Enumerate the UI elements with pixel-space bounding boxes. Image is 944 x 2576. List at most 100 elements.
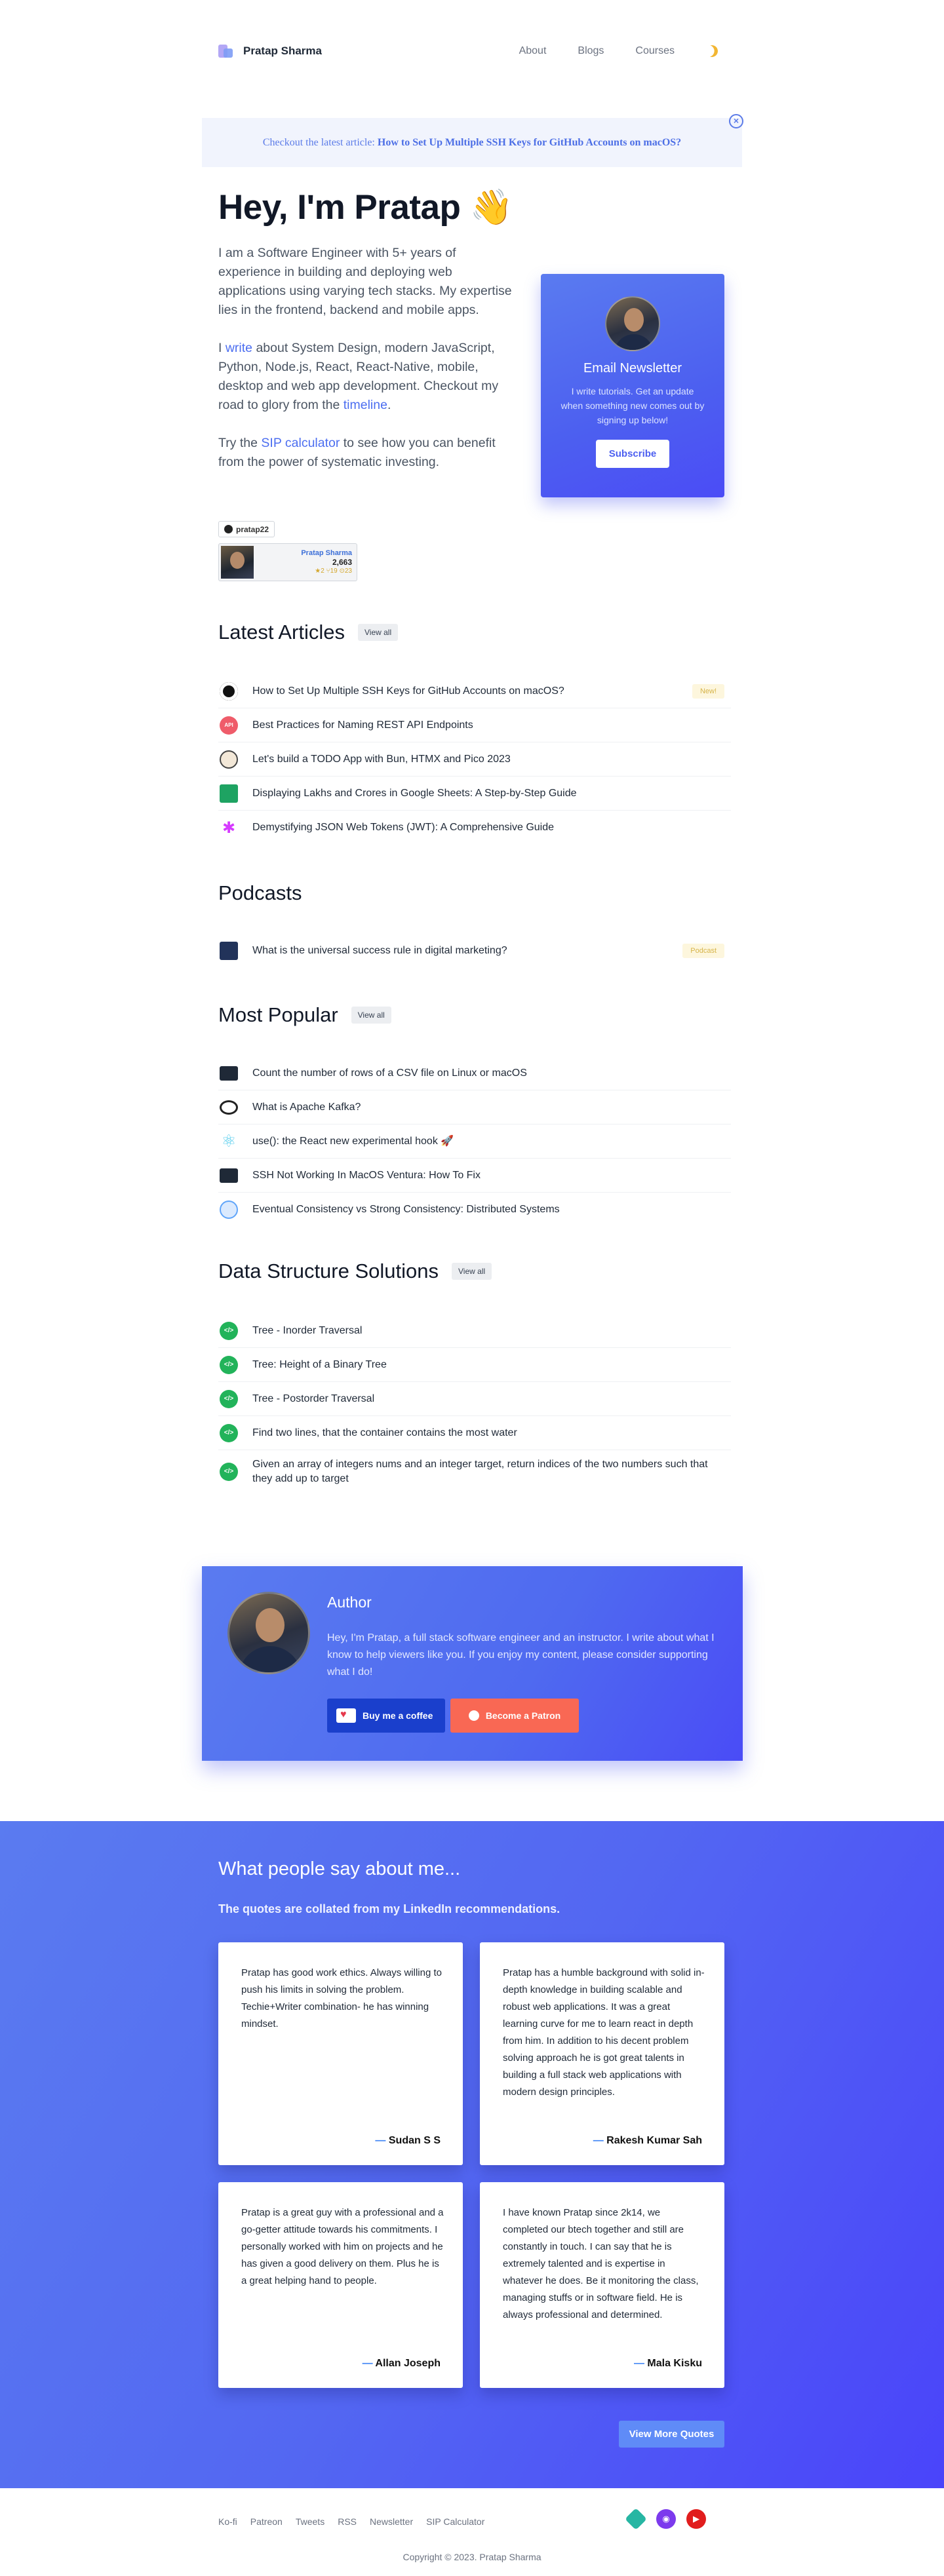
list-item[interactable]: </> Tree: Height of a Binary Tree [218, 1348, 731, 1382]
github-icon [220, 682, 238, 701]
banner-text: Checkout the latest article: How to Set … [263, 137, 681, 149]
testimonials-subtitle: The quotes are collated from my LinkedIn… [218, 1902, 560, 1915]
testimonials-title: What people say about me... [218, 1858, 461, 1879]
list-item[interactable]: SSH Not Working In MacOS Ventura: How To… [218, 1159, 731, 1193]
latest-articles-list: How to Set Up Multiple SSH Keys for GitH… [218, 674, 731, 845]
hero-paragraph-3: Try the SIP calculator to see how you ca… [218, 434, 513, 472]
testimonial-card: I have known Pratap since 2k14, we compl… [480, 2182, 724, 2388]
list-item[interactable]: Displaying Lakhs and Crores in Google Sh… [218, 777, 731, 811]
github-stats: ★2 ⑂19 ⊙23 [301, 567, 352, 576]
dsa-header: Data Structure Solutions View all [218, 1259, 492, 1283]
list-item[interactable]: What is the universal success rule in di… [218, 934, 731, 968]
github-profile-card[interactable]: Pratap Sharma 2,663 ★2 ⑂19 ⊙23 [218, 543, 357, 581]
hero-title: Hey, I'm Pratap 👋 [218, 188, 513, 227]
nav-about[interactable]: About [519, 45, 547, 57]
testimonial-card: Pratap has a humble background with soli… [480, 1942, 724, 2165]
list-item[interactable]: </> Tree - Postorder Traversal [218, 1382, 731, 1416]
subscribe-button[interactable]: Subscribe [596, 440, 669, 468]
list-item[interactable]: Count the number of rows of a CSV file o… [218, 1056, 731, 1090]
dash: — [362, 2358, 373, 2369]
footer-links: Ko-fi Patreon Tweets RSS Newsletter SIP … [218, 2516, 484, 2527]
list-item[interactable]: </> Find two lines, that the container c… [218, 1416, 731, 1450]
footer-link-sip-calculator[interactable]: SIP Calculator [426, 2516, 484, 2527]
footer-link-patreon[interactable]: Patreon [250, 2516, 283, 2527]
article-title: Displaying Lakhs and Crores in Google Sh… [252, 787, 577, 799]
nav-blogs[interactable]: Blogs [578, 45, 604, 57]
dsa-list: </> Tree - Inorder Traversal </> Tree: H… [218, 1314, 731, 1493]
most-popular-header: Most Popular View all [218, 1003, 391, 1027]
code-icon: </> [220, 1355, 238, 1374]
kafka-icon [220, 1100, 238, 1115]
podcasts-header: Podcasts [218, 881, 302, 905]
testimonial-author: — Rakesh Kumar Sah [593, 2135, 702, 2147]
write-link[interactable]: write [226, 341, 252, 355]
buy-me-a-coffee-button[interactable]: Buy me a coffee [327, 1699, 445, 1733]
list-item[interactable]: ⚛ use(): the React new experimental hook… [218, 1125, 731, 1159]
solution-title: Tree - Postorder Traversal [252, 1393, 375, 1404]
testimonial-card: Pratap is a great guy with a professiona… [218, 2182, 463, 2388]
logo-icon [218, 43, 234, 59]
footer-link-rss[interactable]: RSS [338, 2516, 357, 2527]
coffee-label: Buy me a coffee [363, 1710, 433, 1721]
list-item[interactable]: How to Set Up Multiple SSH Keys for GitH… [218, 674, 731, 708]
solution-title: Tree - Inorder Traversal [252, 1324, 363, 1336]
new-badge: New! [692, 683, 724, 699]
list-item[interactable]: API Best Practices for Naming REST API E… [218, 708, 731, 742]
jwt-icon: ✱ [222, 818, 236, 837]
testimonial-text: Pratap has a humble background with soli… [503, 1967, 705, 2098]
become-a-patron-button[interactable]: Become a Patron [450, 1699, 579, 1733]
dash: — [375, 2135, 386, 2146]
testimonial-author: — Mala Kisku [634, 2358, 702, 2370]
article-title: SSH Not Working In MacOS Ventura: How To… [252, 1169, 481, 1181]
solution-title: Find two lines, that the container conta… [252, 1427, 517, 1438]
latest-view-all-button[interactable]: View all [357, 624, 399, 641]
popular-view-all-button[interactable]: View all [351, 1007, 391, 1024]
timeline-link[interactable]: timeline [344, 398, 387, 412]
list-item[interactable]: Eventual Consistency vs Strong Consisten… [218, 1193, 731, 1227]
site-logo[interactable]: Pratap Sharma [218, 43, 322, 59]
sip-calculator-link[interactable]: SIP calculator [261, 436, 340, 450]
solution-title: Given an array of integers nums and an i… [252, 1458, 708, 1484]
footer-link-newsletter[interactable]: Newsletter [370, 2516, 413, 2527]
list-item[interactable]: What is Apache Kafka? [218, 1090, 731, 1125]
dsa-view-all-button[interactable]: View all [452, 1263, 492, 1280]
dark-mode-toggle-icon[interactable] [704, 43, 719, 58]
list-item[interactable]: </> Given an array of integers nums and … [218, 1450, 731, 1493]
github-avatar [221, 546, 254, 579]
code-icon: </> [220, 1462, 238, 1481]
hashnode-icon[interactable] [625, 2508, 647, 2530]
consistency-icon [220, 1201, 238, 1219]
github-icon[interactable]: ◉ [656, 2509, 676, 2529]
youtube-icon[interactable]: ▶ [686, 2509, 706, 2529]
testimonials-section: What people say about me... The quotes a… [0, 1821, 944, 2488]
view-more-quotes-button[interactable]: View More Quotes [619, 2421, 724, 2448]
hero-intro: I am a Software Engineer with 5+ years o… [218, 244, 513, 491]
article-title: Eventual Consistency vs Strong Consisten… [252, 1204, 560, 1215]
banner-prefix: Checkout the latest article: [262, 136, 375, 148]
support-buttons: Buy me a coffee Become a Patron [327, 1699, 579, 1733]
social-links: ◉ ▶ [625, 2508, 706, 2530]
article-title: Count the number of rows of a CSV file o… [252, 1067, 527, 1079]
google-sheets-icon [220, 784, 238, 803]
api-icon: API [220, 716, 238, 735]
footer-link-tweets[interactable]: Tweets [296, 2516, 324, 2527]
nav-courses[interactable]: Courses [635, 45, 675, 57]
author-name: Rakesh Kumar Sah [606, 2135, 702, 2146]
github-info: Pratap Sharma 2,663 ★2 ⑂19 ⊙23 [301, 548, 355, 576]
main-nav: About Blogs Courses [519, 45, 718, 57]
testimonial-author: — Sudan S S [375, 2135, 441, 2147]
banner-article-link[interactable]: How to Set Up Multiple SSH Keys for GitH… [378, 137, 681, 148]
close-icon[interactable]: × [729, 114, 743, 128]
github-follow-tag[interactable]: pratap22 [218, 521, 275, 537]
article-title: Demystifying JSON Web Tokens (JWT): A Co… [252, 822, 555, 833]
list-item[interactable]: ✱ Demystifying JSON Web Tokens (JWT): A … [218, 811, 731, 845]
newsletter-avatar [605, 296, 660, 351]
testimonial-text: I have known Pratap since 2k14, we compl… [503, 2207, 699, 2320]
terminal-icon [220, 1066, 238, 1081]
list-item[interactable]: </> Tree - Inorder Traversal [218, 1314, 731, 1348]
footer-link-kofi[interactable]: Ko-fi [218, 2516, 237, 2527]
article-title: What is Apache Kafka? [252, 1101, 361, 1113]
podcasts-title: Podcasts [218, 881, 302, 904]
hero-p3-text-b: to see how you can benefit from the powe… [218, 436, 496, 469]
list-item[interactable]: Let's build a TODO App with Bun, HTMX an… [218, 742, 731, 777]
